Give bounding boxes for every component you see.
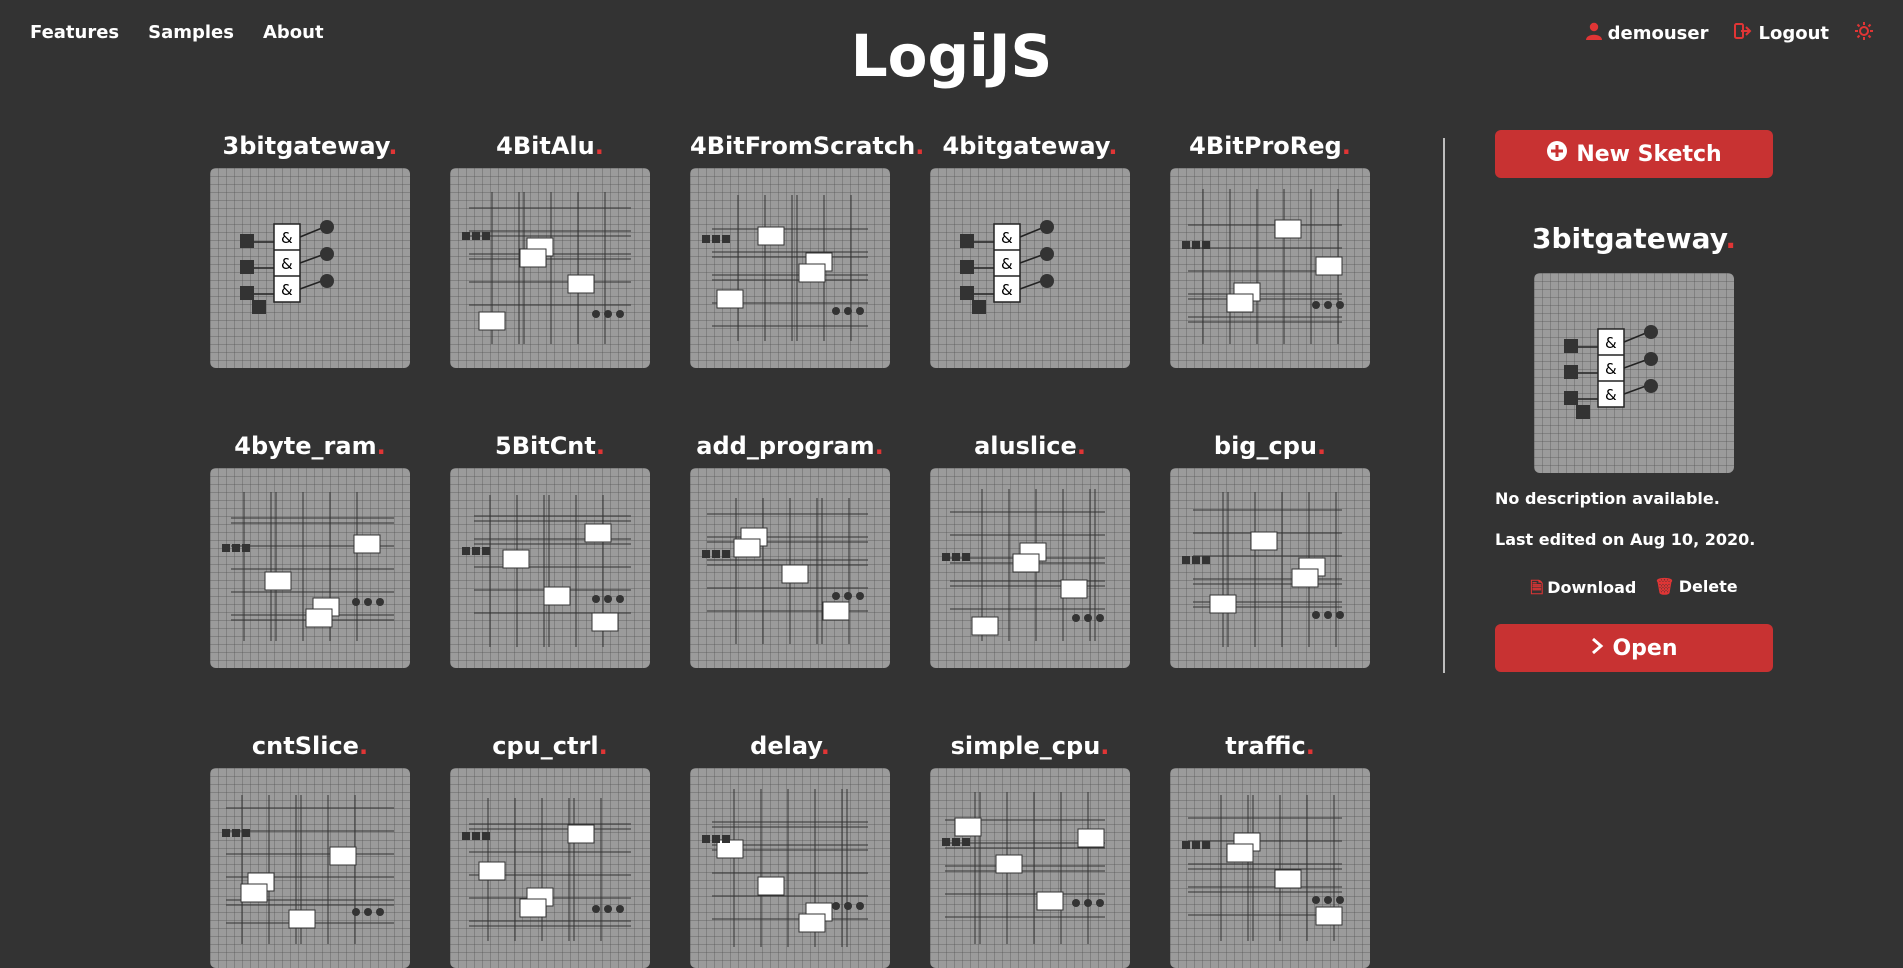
user-menu[interactable]: demouser bbox=[1585, 22, 1709, 45]
svg-text:&: & bbox=[1605, 386, 1617, 404]
sketch-title[interactable]: 4byte_ram. bbox=[210, 428, 410, 464]
sketch-title[interactable]: big_cpu. bbox=[1170, 428, 1370, 464]
sketch-thumbnail[interactable] bbox=[450, 168, 650, 368]
svg-text:&: & bbox=[1001, 229, 1013, 247]
sketch-title[interactable]: 4BitFromScratch. bbox=[690, 128, 924, 164]
svg-text:&: & bbox=[1605, 334, 1617, 352]
user-icon bbox=[1585, 22, 1602, 45]
svg-text:&: & bbox=[1001, 281, 1013, 299]
sketch-title[interactable]: 4bitgateway. bbox=[930, 128, 1130, 164]
svg-text:&: & bbox=[281, 255, 293, 273]
sketch-thumbnail[interactable] bbox=[690, 468, 890, 668]
download-link[interactable]: 🗎 Download bbox=[1530, 577, 1636, 604]
sketch-thumbnail[interactable]: & & & bbox=[210, 168, 410, 368]
sketch-card[interactable]: 4BitProReg. bbox=[1170, 128, 1370, 368]
delete-link[interactable]: 🗑 Delete bbox=[1654, 577, 1737, 604]
sketch-thumbnail[interactable] bbox=[930, 468, 1130, 668]
sketch-card[interactable]: 4bitgateway. & & & bbox=[930, 128, 1130, 368]
username: demouser bbox=[1607, 23, 1709, 44]
sketch-thumbnail[interactable] bbox=[450, 768, 650, 968]
sketch-actions: 🗎 Download 🗑 Delete bbox=[1495, 577, 1773, 604]
sketch-title[interactable]: 4BitAlu. bbox=[450, 128, 650, 164]
svg-text:&: & bbox=[281, 281, 293, 299]
sketch-title[interactable]: aluslice. bbox=[930, 428, 1130, 464]
sketch-thumbnail[interactable] bbox=[690, 768, 890, 968]
trash-icon: 🗑 bbox=[1654, 577, 1675, 596]
sketch-thumbnail[interactable] bbox=[210, 768, 410, 968]
sketch-card[interactable]: simple_cpu. bbox=[930, 728, 1130, 968]
sketch-thumbnail[interactable] bbox=[450, 468, 650, 668]
sketch-thumbnail[interactable] bbox=[1170, 768, 1370, 968]
sketch-thumbnail[interactable]: & & & bbox=[930, 168, 1130, 368]
sketch-title[interactable]: simple_cpu. bbox=[930, 728, 1130, 764]
selected-sketch-title: 3bitgateway. bbox=[1531, 222, 1737, 255]
sketch-sidebar: New Sketch 3bitgateway. & & & No descripti… bbox=[1495, 130, 1773, 672]
sketch-thumbnail[interactable] bbox=[690, 168, 890, 368]
sun-icon bbox=[1855, 22, 1873, 45]
svg-text:&: & bbox=[281, 229, 293, 247]
svg-text:&: & bbox=[1001, 255, 1013, 273]
svg-text:&: & bbox=[1605, 360, 1617, 378]
sketch-title[interactable]: cntSlice. bbox=[210, 728, 410, 764]
sketch-title[interactable]: 4BitProReg. bbox=[1170, 128, 1370, 164]
sketch-card[interactable]: cpu_ctrl. bbox=[450, 728, 650, 968]
sketch-card[interactable]: 5BitCnt. bbox=[450, 428, 650, 668]
sketch-card[interactable]: 4BitFromScratch. bbox=[690, 128, 924, 368]
sketch-thumbnail[interactable] bbox=[1170, 468, 1370, 668]
last-edited: Last edited on Aug 10, 2020. bbox=[1495, 530, 1756, 549]
sketch-card[interactable]: aluslice. bbox=[930, 428, 1130, 668]
sketch-thumbnail[interactable] bbox=[930, 768, 1130, 968]
sketch-card[interactable]: add_program. bbox=[690, 428, 890, 668]
sketch-title[interactable]: 5BitCnt. bbox=[450, 428, 650, 464]
sketch-card[interactable]: 3bitgateway. & & & bbox=[210, 128, 410, 368]
logout-link[interactable]: Logout bbox=[1734, 23, 1829, 44]
chevron-right-icon bbox=[1590, 636, 1604, 661]
plus-circle-icon bbox=[1546, 140, 1568, 168]
sketch-thumbnail[interactable] bbox=[210, 468, 410, 668]
sketch-title[interactable]: 3bitgateway. bbox=[210, 128, 410, 164]
file-download-icon: 🗎 bbox=[1530, 578, 1544, 597]
logout-icon bbox=[1734, 23, 1752, 44]
open-label: Open bbox=[1612, 635, 1678, 661]
sketch-title[interactable]: add_program. bbox=[690, 428, 890, 464]
sketch-title[interactable]: delay. bbox=[690, 728, 890, 764]
open-button[interactable]: Open bbox=[1495, 624, 1773, 672]
new-sketch-label: New Sketch bbox=[1576, 141, 1722, 167]
sketch-card[interactable]: 4byte_ram. bbox=[210, 428, 410, 668]
selected-sketch-thumbnail: & & & bbox=[1534, 273, 1734, 473]
user-bar: demouser Logout bbox=[1585, 22, 1873, 45]
sketch-title[interactable]: traffic. bbox=[1170, 728, 1370, 764]
logout-label: Logout bbox=[1758, 23, 1829, 44]
sketch-card[interactable]: big_cpu. bbox=[1170, 428, 1370, 668]
sketch-card[interactable]: traffic. bbox=[1170, 728, 1370, 968]
sidebar-divider bbox=[1443, 138, 1445, 673]
sketch-card[interactable]: cntSlice. bbox=[210, 728, 410, 968]
sketch-title[interactable]: cpu_ctrl. bbox=[450, 728, 650, 764]
sketch-card[interactable]: 4BitAlu. bbox=[450, 128, 650, 368]
new-sketch-button[interactable]: New Sketch bbox=[1495, 130, 1773, 178]
sketch-thumbnail[interactable] bbox=[1170, 168, 1370, 368]
theme-toggle[interactable] bbox=[1855, 22, 1873, 45]
sketch-description: No description available. bbox=[1495, 489, 1720, 508]
sketch-card[interactable]: delay. bbox=[690, 728, 890, 968]
